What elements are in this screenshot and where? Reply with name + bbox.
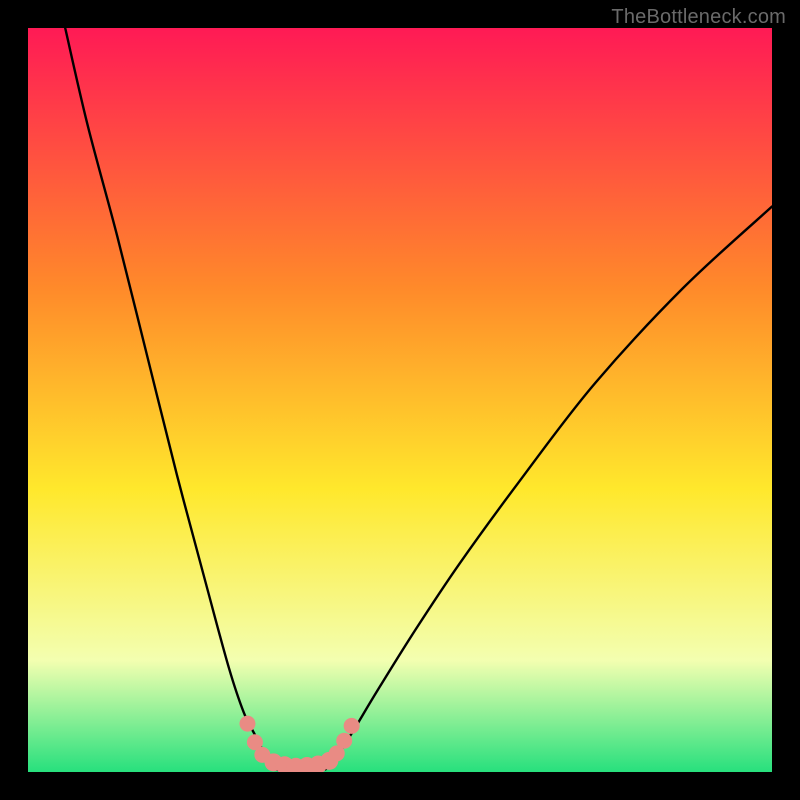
watermark-text: TheBottleneck.com [611, 6, 786, 29]
valley-dot [239, 716, 255, 732]
chart-frame [28, 28, 772, 772]
valley-dot [344, 718, 360, 734]
valley-dot [336, 733, 352, 749]
bottleneck-chart [28, 28, 772, 772]
gradient-background [28, 28, 772, 772]
